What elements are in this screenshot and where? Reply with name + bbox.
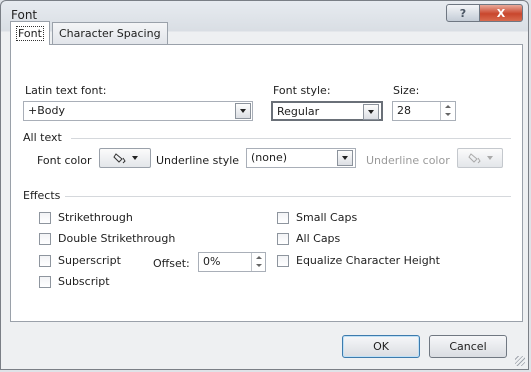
- equalize-height-checkbox[interactable]: [277, 255, 289, 267]
- font-style-value: Regular: [277, 105, 320, 118]
- all-text-divider: [71, 138, 511, 139]
- effects-section-label: Effects: [23, 189, 61, 202]
- strikethrough-label: Strikethrough: [58, 211, 133, 224]
- chevron-down-icon: [368, 110, 374, 114]
- help-icon: ?: [459, 6, 467, 20]
- dialog-title: Font: [11, 8, 38, 22]
- help-button[interactable]: ?: [446, 4, 480, 22]
- spin-down-icon[interactable]: [441, 110, 454, 118]
- chevron-down-icon: [486, 156, 493, 160]
- offset-label: Offset:: [153, 257, 190, 270]
- close-button[interactable]: X: [479, 4, 523, 22]
- close-icon: X: [496, 6, 506, 20]
- small-caps-checkbox[interactable]: [277, 212, 289, 224]
- tab-character-spacing[interactable]: Character Spacing: [52, 22, 168, 44]
- double-strikethrough-checkbox[interactable]: [39, 233, 51, 245]
- equalize-height-label: Equalize Character Height: [296, 254, 440, 267]
- offset-spinner[interactable]: [251, 253, 265, 271]
- size-spinner[interactable]: [440, 102, 454, 120]
- size-label: Size:: [393, 84, 420, 97]
- font-style-dropdown-button[interactable]: [363, 104, 379, 120]
- spin-up-icon[interactable]: [441, 102, 454, 110]
- underline-style-value: (none): [251, 151, 288, 164]
- superscript-checkbox[interactable]: [39, 255, 51, 267]
- latin-font-label: Latin text font:: [25, 84, 107, 97]
- double-strikethrough-label: Double Strikethrough: [58, 232, 176, 245]
- size-value: 28: [397, 104, 411, 117]
- subscript-label: Subscript: [58, 275, 110, 288]
- latin-font-value: +Body: [28, 104, 65, 117]
- all-caps-label: All Caps: [296, 232, 341, 245]
- font-color-button[interactable]: [99, 148, 151, 168]
- all-caps-checkbox[interactable]: [277, 233, 289, 245]
- small-caps-label: Small Caps: [296, 211, 358, 224]
- all-text-section-label: All text: [23, 131, 62, 144]
- font-dialog: Font ? X Font Character Spacing Latin te…: [0, 0, 529, 370]
- font-style-label: Font style:: [273, 84, 331, 97]
- subscript-checkbox[interactable]: [39, 276, 51, 288]
- tab-font-label: Font: [16, 26, 44, 41]
- underline-style-label: Underline style: [156, 154, 240, 167]
- paint-bucket-icon: [467, 153, 481, 164]
- underline-color-button[interactable]: [457, 148, 503, 168]
- paint-bucket-icon: [112, 153, 126, 164]
- spin-down-icon[interactable]: [252, 261, 265, 269]
- chevron-down-icon: [240, 109, 246, 113]
- resize-grip[interactable]: [515, 356, 525, 366]
- chevron-down-icon: [131, 156, 138, 160]
- offset-value: 0%: [203, 255, 221, 268]
- effects-divider: [65, 196, 511, 197]
- latin-font-combobox[interactable]: +Body: [23, 101, 253, 121]
- chevron-down-icon: [342, 156, 348, 160]
- strikethrough-checkbox[interactable]: [39, 212, 51, 224]
- ok-button-label: OK: [373, 340, 389, 353]
- latin-font-dropdown-button[interactable]: [235, 103, 251, 119]
- tab-font[interactable]: Font: [10, 21, 50, 45]
- superscript-label: Superscript: [58, 254, 121, 267]
- font-color-label: Font color: [37, 154, 92, 167]
- cancel-button-label: Cancel: [449, 340, 487, 353]
- underline-style-dropdown-button[interactable]: [337, 150, 353, 166]
- cancel-button[interactable]: Cancel: [429, 335, 507, 358]
- tab-character-spacing-label: Character Spacing: [59, 27, 161, 40]
- spin-up-icon[interactable]: [252, 253, 265, 261]
- ok-button[interactable]: OK: [342, 335, 420, 358]
- underline-color-label: Underline color: [366, 154, 450, 167]
